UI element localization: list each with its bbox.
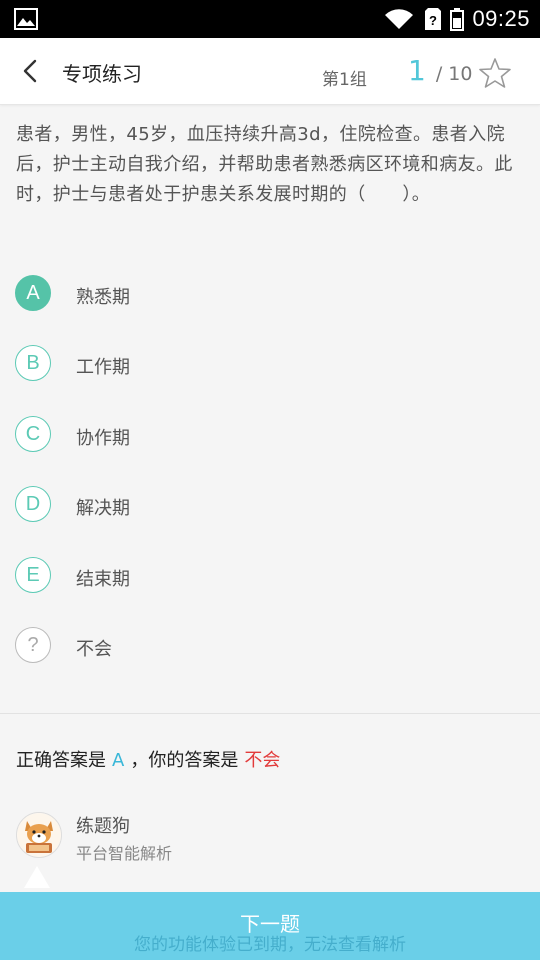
- gallery-icon: [14, 8, 38, 30]
- answer-result: 正确答案是 A ，你的答案是 不会: [16, 746, 280, 772]
- option-c-label: 协作期: [76, 428, 130, 449]
- svg-text:?: ?: [429, 13, 437, 28]
- option-a[interactable]: A 熟悉期: [0, 265, 540, 325]
- option-b-badge: B: [15, 345, 51, 381]
- answer-middle: ，你的答案是: [130, 750, 239, 771]
- question-mark-icon: ?: [15, 627, 51, 663]
- option-unknown[interactable]: ? 不会: [0, 617, 540, 677]
- user-answer: 不会: [244, 750, 281, 771]
- battery-icon: [450, 8, 465, 31]
- answer-prefix: 正确答案是: [16, 750, 106, 771]
- correct-answer: A: [112, 750, 125, 771]
- option-b[interactable]: B 工作期: [0, 335, 540, 395]
- option-e[interactable]: E 结束期: [0, 547, 540, 607]
- wifi-icon: [385, 9, 414, 29]
- expired-notice: 您的功能体验已到期，无法查看解析: [134, 935, 406, 955]
- option-d-label: 解决期: [76, 498, 130, 519]
- option-c[interactable]: C 协作期: [0, 406, 540, 466]
- speech-bubble-tip: [24, 866, 50, 888]
- option-d-badge: D: [15, 486, 51, 522]
- header-bar: 专项练习 第1组 1 / 10: [0, 38, 540, 105]
- divider: [0, 713, 540, 714]
- current-question-number: 1: [408, 54, 426, 87]
- avatar: [16, 812, 62, 858]
- option-a-label: 熟悉期: [76, 287, 130, 308]
- back-arrow-icon[interactable]: [18, 58, 44, 84]
- option-a-badge: A: [15, 275, 51, 311]
- clock: 09:25: [472, 6, 530, 31]
- question-progress: 1 / 10: [408, 54, 472, 87]
- option-e-label: 结束期: [76, 569, 130, 590]
- option-b-label: 工作期: [76, 357, 130, 378]
- option-c-badge: C: [15, 416, 51, 452]
- option-unknown-label: 不会: [76, 639, 112, 660]
- bot-name: 练题狗: [76, 816, 130, 837]
- star-icon[interactable]: [478, 56, 512, 90]
- total-question-count: 10: [448, 63, 473, 85]
- sim-icon: ?: [425, 8, 442, 30]
- option-d[interactable]: D 解决期: [0, 476, 540, 536]
- option-e-badge: E: [15, 557, 51, 593]
- group-label: 第1组: [322, 70, 367, 90]
- dog-mascot-icon: [17, 813, 61, 857]
- page-title: 专项练习: [62, 62, 142, 86]
- question-text: 患者，男性，45岁，血压持续升高3d，住院检查。患者入院后，护士主动自我介绍，并…: [16, 124, 513, 205]
- status-bar: ? 09:25: [0, 0, 540, 38]
- bot-subtitle: 平台智能解析: [76, 844, 173, 863]
- progress-separator: /: [435, 63, 443, 85]
